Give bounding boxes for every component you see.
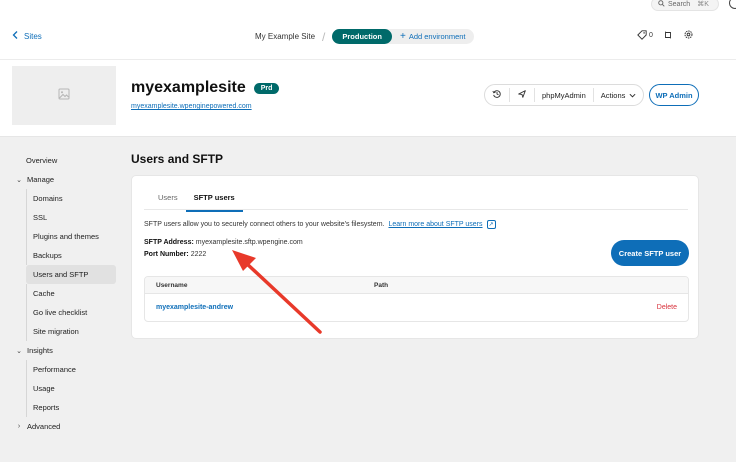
sftp-description: SFTP users allow you to securely connect… [144, 220, 496, 229]
sidebar-item-label: SSL [33, 213, 48, 222]
add-environment-label: Add environment [408, 32, 466, 41]
table-row: myexamplesite-andrew Delete [145, 294, 688, 321]
chevron-left-icon [12, 31, 18, 41]
sidebar-item-label: Performance [33, 365, 76, 374]
sidebar-item-performance[interactable]: Performance [26, 360, 116, 379]
chevron-down-icon: ⌄ [16, 176, 22, 184]
table-header: Username Path [145, 277, 688, 294]
tag-icon [637, 29, 647, 42]
search-shortcut: ⌘K [697, 1, 709, 8]
plus-icon: + [399, 30, 406, 42]
sidebar-section-advanced[interactable]: › Advanced [16, 417, 61, 436]
sftp-address-row: SFTP Address: myexamplesite.sftp.wpengin… [144, 239, 303, 246]
page-title: Users and SFTP [131, 152, 224, 166]
sidebar-section-manage[interactable]: ⌄ Manage [16, 170, 54, 189]
port-number-value: 2222 [190, 251, 207, 258]
wp-admin-button[interactable]: WP Admin [649, 84, 699, 106]
sidebar-item-domains[interactable]: Domains [26, 189, 116, 208]
sidebar-item-reports[interactable]: Reports [26, 398, 116, 417]
history-icon [492, 89, 502, 101]
sidebar-item-label: Site migration [33, 327, 79, 336]
sftp-users-table: Username Path myexamplesite-andrew Delet… [144, 276, 689, 322]
tags-button[interactable]: 0 [637, 29, 653, 42]
send-icon [517, 89, 527, 101]
sftp-address-label: SFTP Address: [144, 239, 194, 246]
sidebar-item-label: Go live checklist [33, 308, 88, 317]
site-toolbar: phpMyAdmin Actions [484, 84, 645, 106]
sidebar-item-label: Domains [33, 194, 63, 203]
back-label: Sites [24, 31, 42, 41]
environment-switcher: Production + Add environment [332, 29, 474, 44]
add-environment-button[interactable]: + Add environment [399, 30, 466, 42]
sidebar-item-go-live-checklist[interactable]: Go live checklist [26, 303, 116, 322]
sidebar-item-ssl[interactable]: SSL [26, 208, 116, 227]
header-bar: Sites My Example Site / Production + Add… [0, 12, 736, 60]
sidebar-item-label: Overview [26, 156, 58, 165]
sidebar-item-label: Backups [33, 251, 62, 260]
actions-dropdown[interactable]: Actions [594, 85, 644, 105]
username-link[interactable]: myexamplesite-andrew [156, 304, 233, 311]
tab-divider [144, 209, 688, 210]
chevron-right-icon: › [17, 423, 21, 430]
site-header: myexamplesite Prd myexamplesite.wpengine… [0, 60, 736, 137]
history-button[interactable] [485, 85, 509, 105]
chevron-down-icon: ⌄ [16, 347, 22, 355]
header-icons: 0 [637, 29, 694, 42]
chevron-down-icon [629, 91, 636, 100]
learn-more-link[interactable]: Learn more about SFTP users [388, 221, 482, 228]
external-link-icon[interactable]: ↗ [486, 220, 496, 229]
phpmyadmin-button[interactable]: phpMyAdmin [535, 85, 593, 105]
sftp-address-value: myexamplesite.sftp.wpengine.com [195, 239, 303, 246]
sidebar-section-label: Advanced [27, 422, 61, 431]
site-title-row: myexamplesite Prd [131, 79, 280, 97]
create-sftp-user-button[interactable]: Create SFTP user [611, 240, 689, 266]
search-label: Search [668, 0, 691, 8]
actions-label: Actions [600, 90, 626, 100]
site-title: myexamplesite [131, 79, 246, 96]
top-strip: Search ⌘K [0, 0, 736, 12]
column-header-path: Path [374, 282, 389, 289]
description-text: SFTP users allow you to securely connect… [144, 221, 385, 228]
sidebar-item-usage[interactable]: Usage [26, 379, 116, 398]
environment-tab-production[interactable]: Production [332, 29, 392, 44]
help-icon[interactable] [729, 0, 736, 9]
site-thumbnail [12, 66, 116, 125]
back-to-sites-link[interactable]: Sites [12, 31, 42, 41]
sftp-card: Users SFTP users SFTP users allow you to… [131, 175, 699, 339]
gear-icon [683, 29, 694, 42]
breadcrumb-site-name[interactable]: My Example Site [255, 32, 315, 41]
launch-button[interactable] [510, 85, 534, 105]
sidebar-item-label: Plugins and themes [33, 232, 99, 241]
sidebar-item-label: Users and SFTP [33, 270, 89, 279]
breadcrumb: My Example Site / Production + Add envir… [255, 29, 474, 44]
site-url-link[interactable]: myexamplesite.wpenginepowered.com [131, 103, 252, 110]
sidebar-item-plugins-and-themes[interactable]: Plugins and themes [26, 227, 116, 246]
sidebar-section-label: Manage [27, 175, 55, 184]
breadcrumb-divider: / [322, 29, 326, 44]
settings-button[interactable] [683, 29, 694, 42]
sidebar-item-label: Usage [33, 384, 55, 393]
port-number-label: Port Number: [144, 251, 189, 258]
sidebar-item-site-migration[interactable]: Site migration [26, 322, 116, 341]
delete-button[interactable]: Delete [657, 304, 677, 311]
sidebar-item-overview[interactable]: Overview [26, 151, 57, 170]
sync-icon [663, 30, 673, 42]
sidebar-item-cache[interactable]: Cache [26, 284, 116, 303]
sidebar-item-backups[interactable]: Backups [26, 246, 116, 265]
sidebar-item-label: Reports [33, 403, 60, 412]
sidebar-item-users-and-sftp[interactable]: Users and SFTP [26, 265, 116, 284]
environment-badge: Prd [253, 82, 280, 94]
port-number-row: Port Number: 2222 [144, 251, 206, 258]
sidebar-section-label: Insights [27, 346, 53, 355]
sidebar-item-label: Cache [33, 289, 55, 298]
tags-count: 0 [649, 32, 653, 39]
image-placeholder-icon [58, 87, 70, 105]
sync-button[interactable] [663, 30, 673, 42]
column-header-username: Username [156, 282, 188, 289]
search-icon [658, 0, 665, 9]
sidebar-section-insights[interactable]: ⌄ Insights [16, 341, 53, 360]
search-button[interactable]: Search ⌘K [651, 0, 719, 11]
